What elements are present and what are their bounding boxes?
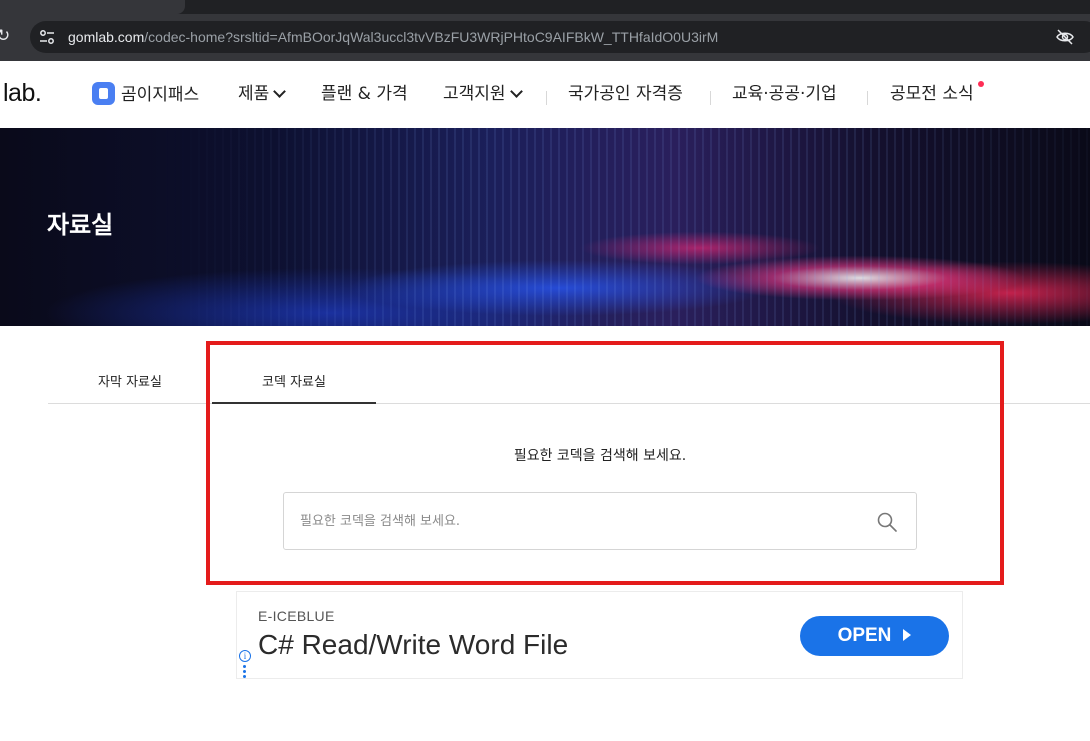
reload-icon[interactable]: ↻ [0, 26, 16, 46]
ad-headline[interactable]: C# Read/Write Word File [258, 628, 568, 662]
banner-light-streaks [0, 128, 1090, 326]
ad-info-icon[interactable]: i [239, 650, 251, 662]
nav-gomi-pass-label: 곰이지패스 [121, 85, 200, 105]
eye-off-icon[interactable] [1056, 28, 1074, 46]
search-icon[interactable] [876, 511, 898, 533]
nav-support-label: 고객지원 [443, 84, 506, 104]
tab-subtitle-library[interactable]: 자막 자료실 [48, 364, 212, 404]
nav-plans-label: 플랜 & 가격 [321, 84, 408, 104]
browser-active-tab[interactable] [0, 0, 185, 14]
nav-plans[interactable]: 플랜 & 가격 [321, 82, 408, 106]
nav-divider [546, 91, 547, 105]
codec-search-input[interactable] [300, 507, 860, 535]
advertisement[interactable]: E-ICEBLUE C# Read/Write Word File OPEN i [236, 591, 963, 679]
url-path: /codec-home?srsltid=AfmBOorJqWal3uccl3tv… [144, 29, 719, 45]
hero-banner: 자료실 [0, 128, 1090, 326]
nav-products-label: 제품 [238, 84, 270, 104]
nav-divider [710, 91, 711, 105]
nav-support[interactable]: 고객지원 [443, 82, 523, 106]
chevron-down-icon [509, 85, 523, 98]
nav-products[interactable]: 제품 [238, 82, 287, 106]
browser-tab-strip [0, 0, 1090, 14]
nav-contest[interactable]: 공모전 소식 [890, 82, 974, 106]
ad-menu-icon[interactable] [243, 665, 246, 678]
site-settings-icon[interactable] [38, 28, 56, 46]
ad-brand: E-ICEBLUE [258, 608, 335, 624]
codec-search-box [283, 492, 917, 550]
tab-codec-library[interactable]: 코덱 자료실 [212, 364, 376, 404]
site-header: lab. 곰이지패스 제품 플랜 & 가격 고객지원 국가공인 자격증 교육·공… [0, 61, 1090, 128]
nav-contest-label: 공모전 소식 [890, 84, 974, 104]
gomi-pass-icon [92, 82, 115, 105]
page-title: 자료실 [47, 211, 114, 239]
play-arrow-icon [903, 629, 912, 641]
nav-certification-label: 국가공인 자격증 [568, 84, 683, 104]
nav-education-label: 교육·공공·기업 [732, 84, 837, 104]
nav-education[interactable]: 교육·공공·기업 [732, 82, 837, 106]
nav-certification[interactable]: 국가공인 자격증 [568, 82, 683, 106]
ad-open-button[interactable]: OPEN [800, 616, 949, 656]
browser-toolbar: ↻ gomlab.com/codec-home?srsltid=AfmBOorJ… [0, 14, 1090, 61]
chevron-down-icon [273, 85, 287, 98]
search-heading: 필요한 코덱을 검색해 보세요. [513, 448, 687, 464]
nav-divider [867, 91, 868, 105]
url-host: gomlab.com [68, 29, 145, 45]
address-bar[interactable]: gomlab.com/codec-home?srsltid=AfmBOorJqW… [30, 21, 1090, 53]
nav-gomi-pass[interactable]: 곰이지패스 [92, 82, 199, 107]
site-logo[interactable]: lab. [3, 78, 42, 108]
url-text: gomlab.com/codec-home?srsltid=AfmBOorJqW… [68, 28, 718, 46]
library-tabs: 자막 자료실 코덱 자료실 [48, 364, 1090, 404]
ad-open-label: OPEN [837, 625, 892, 646]
notification-dot [978, 81, 984, 87]
